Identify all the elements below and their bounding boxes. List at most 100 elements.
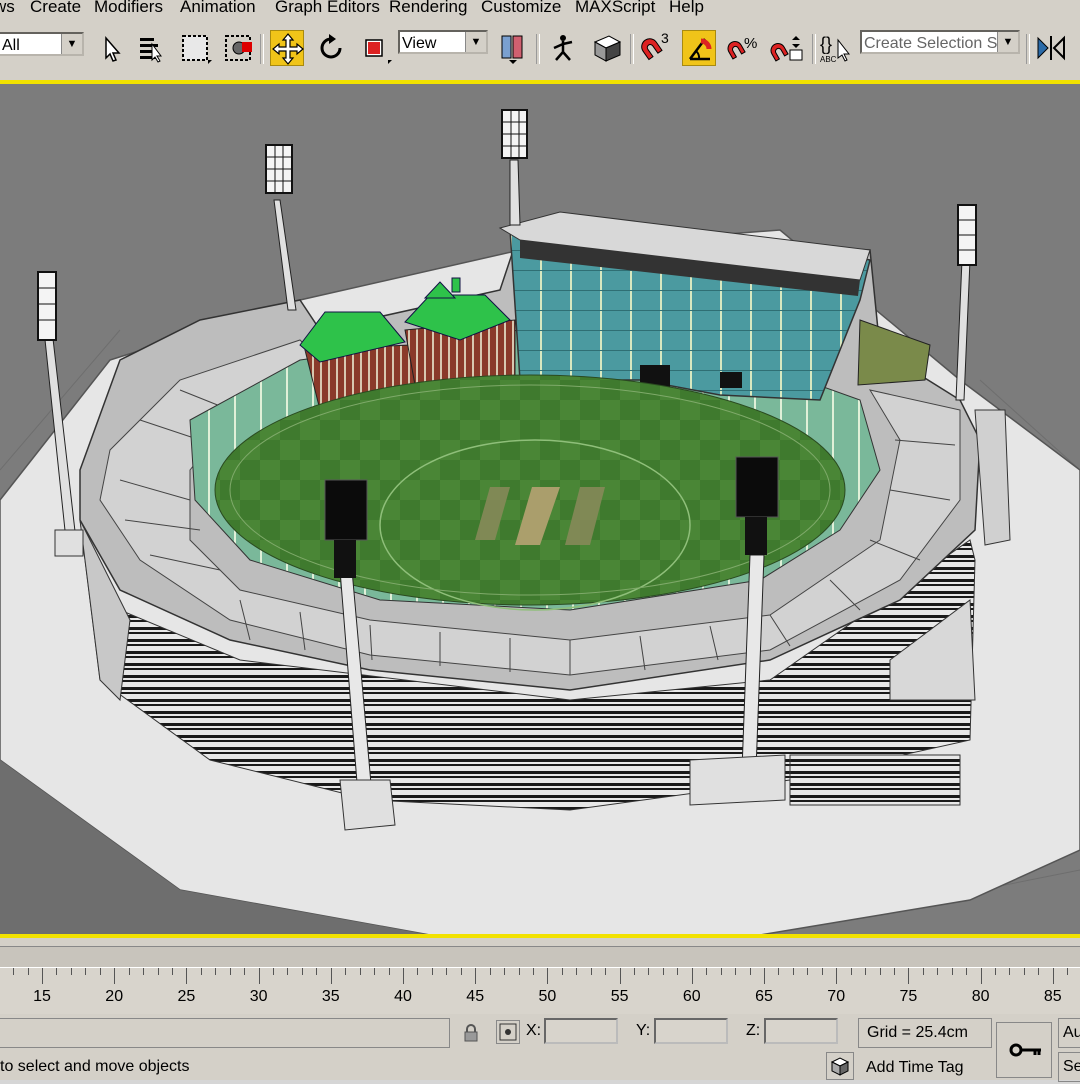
timeline-minor-tick	[70, 968, 72, 975]
menu-rendering[interactable]: Rendering	[389, 0, 467, 17]
select-and-move-button[interactable]	[270, 30, 304, 66]
keyboard-shortcut-override-button[interactable]	[590, 30, 624, 66]
timeline-minor-tick	[662, 968, 664, 975]
timeline-minor-tick	[850, 968, 852, 975]
selection-filter-dropdown[interactable]: All ▼	[0, 32, 84, 56]
percent-snap-icon: %	[727, 35, 757, 60]
y-coord-input[interactable]	[654, 1018, 728, 1044]
timeline-minor-tick	[128, 968, 130, 975]
angle-snap-toggle-button[interactable]	[682, 30, 716, 66]
timeline-tick-label: 40	[394, 988, 412, 1005]
timeline-major-tick	[42, 968, 43, 984]
set-key-button[interactable]: Se	[1058, 1052, 1080, 1082]
perspective-viewport[interactable]	[0, 80, 1080, 938]
menu-views[interactable]: ws	[0, 0, 15, 17]
lock-icon[interactable]	[460, 1022, 482, 1044]
snaps-toggle-button[interactable]: 3	[638, 30, 672, 66]
select-object-button[interactable]	[94, 30, 128, 66]
menu-help[interactable]: Help	[669, 0, 704, 17]
timeline-minor-tick	[807, 968, 809, 975]
add-time-tag-button[interactable]: Add Time Tag	[866, 1054, 1032, 1080]
pivot-center-button[interactable]	[496, 30, 530, 66]
rotate-icon	[320, 34, 342, 59]
y-coord-label: Y:	[636, 1022, 651, 1039]
menu-modifiers[interactable]: Modifiers	[94, 0, 163, 17]
select-and-rotate-button[interactable]	[314, 30, 348, 66]
named-selection-icon: {}ABC	[820, 34, 851, 64]
timeline-minor-tick	[56, 968, 58, 975]
edit-named-selections-button[interactable]: {} ABC	[818, 30, 852, 66]
z-coord-label: Z:	[746, 1022, 761, 1039]
selection-filter-value: All	[2, 37, 20, 54]
cricket-pitches	[475, 487, 605, 545]
timeline-minor-tick	[287, 968, 289, 975]
timeline-minor-tick	[1009, 968, 1011, 975]
absolute-mode-toggle[interactable]	[496, 1020, 520, 1044]
x-coord-input[interactable]	[544, 1018, 618, 1044]
time-slider[interactable]	[0, 946, 1080, 968]
maxscript-listener-field[interactable]	[0, 1018, 450, 1048]
timeline-minor-tick	[677, 968, 679, 975]
select-and-scale-button[interactable]	[358, 30, 392, 66]
x-coord-label: X:	[526, 1022, 542, 1039]
chevron-down-icon[interactable]: ▼	[61, 34, 82, 54]
time-tag-toggle[interactable]	[826, 1052, 854, 1080]
timeline-minor-tick	[301, 968, 303, 975]
timeline-major-tick	[836, 968, 838, 984]
chevron-down-icon[interactable]: ▼	[997, 32, 1018, 52]
reference-coordinate-value: View	[402, 35, 437, 52]
menu-create[interactable]: Create	[30, 0, 81, 17]
timeline-tick-label: 55	[610, 988, 629, 1005]
timeline-minor-tick	[489, 968, 491, 975]
rectangular-selection-button[interactable]	[178, 30, 212, 66]
select-by-name-button[interactable]	[134, 30, 168, 66]
timeline-minor-tick	[157, 968, 159, 975]
timeline-minor-tick	[229, 968, 231, 975]
timeline-tick-label: 15	[33, 988, 51, 1005]
timeline-minor-tick	[995, 968, 997, 975]
cursor-arrow-icon	[105, 35, 121, 62]
timeline-minor-tick	[244, 968, 246, 975]
cube-toggle-icon	[593, 35, 622, 62]
timeline-major-tick	[114, 968, 116, 984]
timeline-ruler[interactable]: 15 20 25 30 35 40 45 50 55 60 65 70 75 80 85	[0, 968, 1080, 1014]
select-and-manipulate-button[interactable]	[546, 30, 580, 66]
chevron-down-icon[interactable]: ▼	[465, 32, 486, 52]
timeline: 15 20 25 30 35 40 45 50 55 60 65 70 75 80 85	[0, 938, 1080, 1014]
menu-maxscript[interactable]: MAXScript	[575, 0, 655, 17]
named-selection-placeholder: Create Selection Set	[864, 35, 1011, 52]
named-selection-sets-dropdown[interactable]: Create Selection Set ▼	[860, 30, 1020, 54]
timeline-tick-label: 45	[466, 988, 485, 1005]
timeline-tick-label: 80	[971, 988, 990, 1005]
menu-customize[interactable]: Customize	[481, 0, 561, 17]
timeline-minor-tick	[590, 968, 592, 975]
manipulate-icon	[553, 35, 573, 61]
timeline-minor-tick	[893, 968, 895, 975]
timeline-tick-label: 35	[321, 988, 340, 1005]
timeline-major-tick	[619, 968, 621, 984]
percent-snap-toggle-button[interactable]: %	[726, 30, 760, 66]
timeline-minor-tick	[460, 968, 462, 975]
timeline-minor-tick	[706, 968, 708, 975]
timeline-major-tick	[691, 968, 693, 984]
toolbar-separator	[812, 34, 816, 64]
auto-key-button[interactable]: Au	[1058, 1018, 1080, 1048]
timeline-minor-tick	[778, 968, 780, 975]
menu-graph-editors[interactable]: Graph Editors	[275, 0, 380, 17]
window-crossing-button[interactable]	[222, 30, 256, 66]
timeline-minor-tick	[879, 968, 881, 975]
mirror-button[interactable]	[1034, 30, 1068, 66]
timeline-minor-tick	[143, 968, 145, 975]
timeline-minor-tick	[937, 968, 939, 975]
z-coord-input[interactable]	[764, 1018, 838, 1044]
menu-animation[interactable]: Animation	[180, 0, 256, 17]
timeline-minor-tick	[316, 968, 318, 975]
timeline-tick-label: 30	[249, 988, 268, 1005]
reference-coordinate-dropdown[interactable]: View ▼	[398, 30, 488, 54]
pivot-center-icon	[501, 35, 523, 64]
timeline-tick-label: 70	[827, 988, 846, 1005]
spinner-snap-toggle-button[interactable]	[770, 30, 804, 66]
timeline-minor-tick	[85, 968, 87, 975]
timeline-minor-tick	[561, 968, 563, 975]
move-arrows-icon	[272, 33, 304, 65]
